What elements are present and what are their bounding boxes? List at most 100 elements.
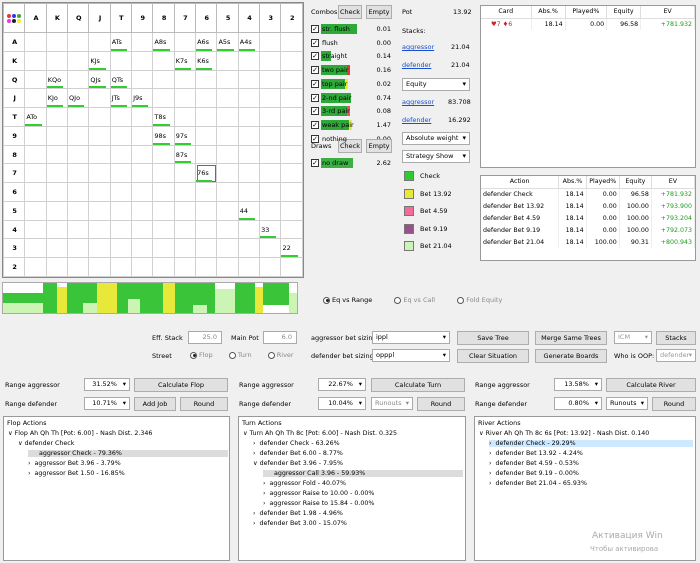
grid-cell[interactable] [152, 50, 175, 71]
grid-cell[interactable]: KQo [45, 69, 69, 90]
grid-cell[interactable] [259, 69, 282, 90]
tree-node[interactable]: › defender Bet 3.00 - 15.07% [253, 520, 347, 527]
merge-trees-button[interactable]: Merge Same Trees [535, 331, 607, 345]
grid-cell[interactable] [109, 238, 133, 259]
table-header[interactable]: Action [481, 176, 560, 189]
grid-cell[interactable] [131, 257, 154, 277]
grid-cell[interactable] [67, 200, 90, 221]
combo-row[interactable]: ✓ flush 0.00 [311, 37, 391, 49]
grid-cell[interactable] [45, 238, 69, 259]
river-range-defender-select[interactable]: 0.80% [554, 397, 602, 410]
grid-cell[interactable] [237, 125, 261, 146]
grid-cell[interactable] [24, 125, 47, 146]
grid-cell[interactable] [24, 88, 47, 109]
calculate-flop-button[interactable]: Calculate Flop [134, 378, 228, 392]
grid-cell[interactable] [259, 88, 282, 109]
grid-cell[interactable] [131, 200, 154, 221]
combo-row[interactable]: ✓ weak pair 1.47 [311, 119, 391, 131]
grid-cell[interactable] [67, 125, 90, 146]
combo-checkbox[interactable]: ✓ [311, 52, 319, 61]
grid-cell[interactable] [109, 144, 133, 165]
combo-checkbox[interactable]: ✓ [311, 93, 319, 102]
grid-cell[interactable] [88, 107, 111, 127]
grid-cell[interactable] [237, 69, 261, 90]
clear-situation-button[interactable]: Clear Situation [457, 349, 529, 363]
grid-cell[interactable] [237, 88, 261, 109]
collapse-icon[interactable]: ∨ [8, 430, 15, 437]
tree-node[interactable]: › aggressor Raise to 15.84 - 0.00% [263, 500, 374, 507]
grid-cell[interactable] [109, 219, 133, 240]
grid-cell[interactable] [259, 107, 282, 127]
grid-cell[interactable] [131, 238, 154, 259]
grid-cell[interactable] [195, 219, 218, 240]
grid-cell[interactable] [131, 219, 154, 240]
grid-cell[interactable] [152, 144, 175, 165]
grid-cell[interactable] [109, 257, 133, 277]
grid-cell[interactable]: KJs [88, 50, 111, 71]
grid-cell[interactable] [131, 32, 154, 52]
calculate-river-button[interactable]: Calculate River [606, 378, 696, 392]
grid-cell[interactable] [216, 88, 239, 109]
grid-cell[interactable] [24, 238, 47, 259]
table-header[interactable]: Card [481, 6, 532, 19]
draws-empty-button[interactable]: Empty [366, 139, 392, 153]
card-table[interactable]: Card Abs.% Played% Equity EV ♥7 ♦6 18.14 0.00 96… [480, 5, 696, 168]
grid-cell[interactable] [195, 88, 218, 109]
grid-cell[interactable] [152, 200, 175, 221]
combo-checkbox[interactable]: ✓ [311, 79, 319, 88]
grid-cell[interactable] [195, 182, 218, 202]
grid-cell[interactable] [259, 238, 282, 259]
grid-cell[interactable] [109, 50, 133, 71]
grid-cell[interactable] [216, 257, 239, 277]
draw-row-no-draw[interactable]: ✓ no draw 2.62 [311, 157, 391, 169]
table-row[interactable]: ♥7 ♦6 18.14 0.00 96.58 +781.932 [481, 18, 695, 30]
flop-round-button[interactable]: Round [180, 397, 228, 411]
save-tree-button[interactable]: Save Tree [457, 331, 529, 345]
tree-node[interactable]: › defender Bet 21.04 - 65.93% [489, 480, 587, 487]
grid-cell[interactable] [67, 182, 90, 202]
grid-cell[interactable]: K7s [173, 50, 197, 71]
grid-cell[interactable] [173, 107, 197, 127]
collapse-icon[interactable]: ∨ [243, 430, 250, 437]
tree-node[interactable]: › aggressor Bet 1.50 - 16.85% [28, 470, 125, 477]
grid-cell[interactable] [280, 32, 303, 52]
grid-cell[interactable] [152, 69, 175, 90]
grid-cell[interactable] [216, 238, 239, 259]
table-header[interactable]: Played% [586, 176, 620, 189]
grid-cell[interactable]: K6s [195, 50, 218, 71]
tree-node[interactable]: ∨ defender Bet 3.96 - 7.95% [253, 460, 343, 467]
grid-cell[interactable]: QTs [109, 69, 133, 90]
grid-cell[interactable] [237, 219, 261, 240]
grid-cell[interactable] [67, 69, 90, 90]
tree-node[interactable]: › defender Bet 9.19 - 0.00% [489, 470, 579, 477]
combo-checkbox[interactable]: ✓ [311, 66, 319, 75]
grid-cell[interactable] [280, 200, 303, 221]
grid-cell[interactable] [195, 238, 218, 259]
tree-node[interactable]: › defender Bet 6.00 - 8.77% [253, 450, 343, 457]
grid-cell[interactable] [237, 182, 261, 202]
flop-radio[interactable] [190, 351, 197, 359]
grid-cell[interactable] [259, 32, 282, 52]
grid-cell[interactable] [67, 238, 90, 259]
table-row[interactable]: defender Bet 21.04 18.14 100.00 90.31 +800.9… [481, 236, 696, 248]
grid-cell[interactable] [280, 107, 303, 127]
collapse-icon[interactable]: ∨ [18, 440, 25, 447]
grid-cell[interactable] [131, 69, 154, 90]
weight-select[interactable]: Absolute weight [402, 132, 470, 145]
grid-cell[interactable] [195, 257, 218, 277]
grid-cell[interactable] [88, 32, 111, 52]
grid-cell[interactable] [280, 219, 303, 240]
def-sizing-select[interactable]: opppl [372, 349, 450, 362]
grid-cell[interactable] [131, 107, 154, 127]
grid-cell[interactable] [45, 257, 69, 277]
grid-cell[interactable] [195, 200, 218, 221]
grid-cell[interactable]: QJs [88, 69, 111, 90]
flop-actions-tree[interactable]: Flop Actions ∨ Flop Ah Qh Th [Pot: 6.00]… [3, 416, 230, 561]
grid-cell[interactable]: ATo [24, 107, 47, 127]
grid-cell[interactable] [259, 182, 282, 202]
strategy-select[interactable]: Strategy Show [402, 150, 470, 163]
grid-cell[interactable] [131, 144, 154, 165]
table-row[interactable]: defender Bet 9.19 18.14 0.00 100.00 +792.073 [481, 224, 696, 236]
grid-cell[interactable]: A6s [195, 32, 218, 52]
tree-node[interactable]: › defender Bet 4.59 - 0.53% [489, 460, 579, 467]
